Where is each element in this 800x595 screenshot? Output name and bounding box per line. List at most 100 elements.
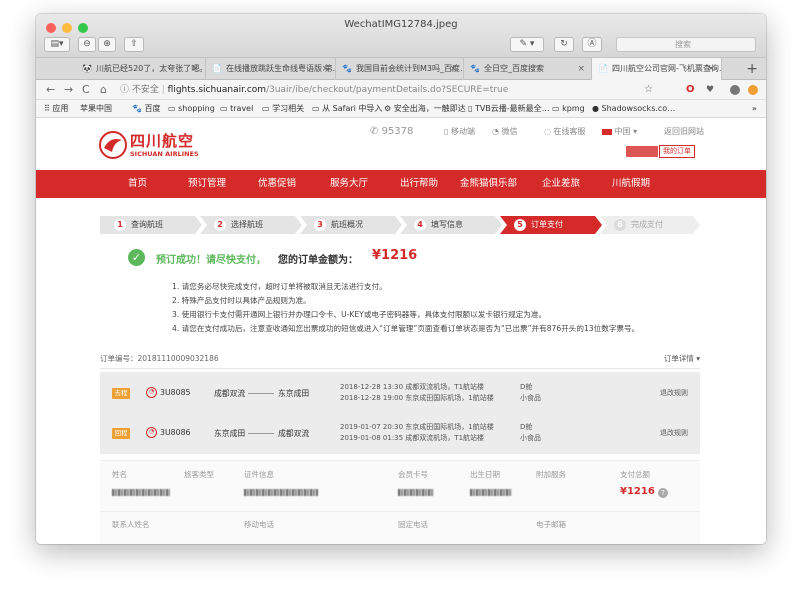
step-select: 2 选择航班 [200, 216, 302, 234]
nav-booking[interactable]: 预订管理 [188, 170, 226, 198]
bookmark-folder-study[interactable]: ▭ 学习相关 [262, 100, 304, 118]
nav-help[interactable]: 出行帮助 [400, 170, 438, 198]
tab-label: 我国目前会统计到M3吗_百度… [356, 64, 464, 73]
bookmark-label: TVB云播-最新最全… [474, 104, 550, 113]
outbound-tag: 去程 [112, 388, 130, 399]
order-number-label: 订单编号： [100, 354, 138, 363]
bookmark-baidu[interactable]: 🐾 百度 [132, 100, 161, 118]
step-complete: 6 完成支付 [600, 216, 700, 234]
step-number: 3 [314, 219, 326, 231]
tab-4[interactable]: 🐾 全日空_百度搜索 × [464, 58, 592, 80]
col-name: 姓名 [112, 470, 127, 479]
close-tab-icon[interactable]: × [707, 58, 715, 80]
url-path: /3uair/ibe/checkout/paymentDetails.do?SE… [266, 85, 509, 95]
redacted-birth-date [470, 489, 512, 498]
bookmark-tvb[interactable]: ▯ TVB云播-最新最全… [468, 100, 550, 118]
tab-1[interactable]: 🐼 川航已经520了，太夸张了吧。 × [76, 58, 206, 80]
back-icon[interactable]: ← [46, 83, 55, 97]
zoom-in-icon[interactable]: ⊕ [98, 37, 116, 52]
extension-icon[interactable]: ♥ [706, 83, 714, 97]
markup-icon[interactable]: ✎ ▾ [510, 37, 544, 52]
nav-holidays[interactable]: 川航假期 [612, 170, 650, 198]
bookmark-apple[interactable]: 苹果中国 [80, 100, 112, 118]
bookmarks-overflow-icon[interactable]: » [752, 100, 757, 118]
link-label: 在线客服 [553, 127, 586, 136]
bookmark-folder-travel[interactable]: ▭ travel [220, 100, 253, 118]
nav-club[interactable]: 金熊猫俱乐部 [460, 170, 517, 198]
tab-5-active[interactable]: 📄 四川航空公司官网-飞机票查询… × [592, 58, 722, 80]
col-landline: 固定电话 [398, 520, 428, 529]
phone-icon: ✆ 95378 [370, 126, 414, 137]
step-label: 选择航班 [231, 220, 263, 229]
tab-label: 川航已经520了，太夸张了吧。 [96, 64, 206, 73]
refund-rules-link[interactable]: 退改规则 [660, 428, 688, 438]
panda-favicon-icon: 🐼 [82, 64, 92, 73]
cabin-class: D舱 [520, 423, 533, 431]
passenger-table: 姓名 旅客类型 证件信息 会员卡号 出生日期 附加服务 支付总额 ¥1216 ?… [100, 460, 700, 544]
my-orders-button[interactable]: 我的订单 [659, 145, 695, 158]
china-flag-icon [602, 128, 612, 135]
share-icon[interactable]: ⇧ [124, 37, 144, 52]
order-details-toggle[interactable]: 订单详情 ▾ [664, 353, 700, 364]
departure-time: 2019-01-07 20:30 东京成田国际机场，1航站楼 [340, 423, 494, 431]
sidebar-toggle-icon[interactable]: ▤▾ [44, 37, 70, 52]
meal-info: 小食品 [520, 434, 541, 442]
nav-service[interactable]: 服务大厅 [330, 170, 368, 198]
bookmarks-bar: ⠿ 应用 苹果中国 🐾 百度 ▭ shopping ▭ travel ▭ 学习相… [36, 100, 766, 118]
url-field[interactable]: ⓘ 不安全 | flights.sichuanair.com/3uair/ibe… [120, 82, 692, 98]
bookmark-vpn[interactable]: ⚙ 安全出海，一触即达 [384, 100, 466, 118]
forward-icon[interactable]: → [64, 83, 73, 97]
rotate-icon[interactable]: ↻ [554, 37, 574, 52]
bookmark-folder-safari[interactable]: ▭ 从 Safari 中导入 [312, 100, 382, 118]
nav-corporate[interactable]: 企业差旅 [542, 170, 580, 198]
col-member-card: 会员卡号 [398, 470, 428, 479]
step-payment-current: 5 订单支付 [500, 216, 602, 234]
zoom-out-icon[interactable]: ⊖ [78, 37, 96, 52]
step-number: 4 [414, 219, 426, 231]
wechat-link[interactable]: ◔ 微信 [492, 126, 518, 137]
search-input[interactable]: 搜索 [616, 37, 756, 52]
tab-label: 全日空_百度搜索 [484, 64, 544, 73]
info-icon: ⓘ [120, 85, 132, 95]
bookmark-folder-kpmg[interactable]: ▭ kpmg [552, 100, 585, 118]
flight-list: 去程 ◔ 3U8085 成都双流 东京成田 2018-12-28 13:30 成… [100, 372, 700, 454]
price-info-icon[interactable]: ? [658, 488, 668, 498]
new-tab-button[interactable]: + [746, 58, 758, 80]
profile-avatar-icon[interactable] [730, 85, 740, 95]
tab-2[interactable]: 📄 在线播放跳跃生命线粤语版 第… × [206, 58, 336, 80]
bookmark-label: 学习相关 [272, 104, 305, 113]
step-number: 1 [114, 219, 126, 231]
refund-rules-link[interactable]: 退改规则 [660, 388, 688, 398]
old-site-link[interactable]: 返回旧网站 [664, 126, 704, 137]
extension-badge-icon[interactable] [748, 85, 758, 95]
title-bar: WechatIMG12784.jpeg ▤▾ ⊖ ⊕ ⇧ ✎ ▾ ↻ Ⓐ 搜索 [36, 14, 766, 58]
close-tab-icon[interactable]: × [449, 58, 457, 80]
bookmark-folder-shopping[interactable]: ▭ shopping [168, 100, 215, 118]
step-label: 航班概况 [331, 220, 363, 229]
nav-promotions[interactable]: 优惠促销 [258, 170, 296, 198]
note-line: 2. 特殊产品支付时以具体产品规则为准。 [172, 296, 311, 305]
apps-grid-icon[interactable]: ⠿ 应用 [44, 100, 68, 118]
tab-label: 在线播放跳跃生命线粤语版 第… [226, 64, 336, 73]
nav-home[interactable]: 首页 [128, 170, 147, 198]
opera-icon[interactable]: O [686, 83, 695, 97]
mobile-link[interactable]: ▯ 移动端 [444, 126, 475, 137]
airline-logo-icon: ◔ [146, 387, 157, 398]
user-name-badge[interactable] [626, 146, 658, 157]
close-tab-icon[interactable]: × [321, 58, 329, 80]
col-id: 证件信息 [244, 470, 274, 479]
home-icon[interactable]: ⌂ [100, 83, 107, 97]
bookmark-star-icon[interactable]: ☆ [644, 83, 653, 97]
reload-icon[interactable]: C [82, 83, 90, 97]
online-service-link[interactable]: ◌ 在线客服 [544, 126, 586, 137]
sichuan-airlines-logo[interactable]: 四川航空 SICHUAN AIRLINES [98, 128, 208, 164]
tab-3[interactable]: 🐾 我国目前会统计到M3吗_百度… × [336, 58, 464, 80]
close-tab-icon[interactable]: × [191, 58, 199, 80]
bookmark-label: 苹果中国 [80, 104, 112, 113]
bookmark-shadowsocks[interactable]: ● Shadowsocks.co… [592, 100, 675, 118]
departure-city: 东京成田 [214, 429, 246, 438]
close-tab-icon[interactable]: × [577, 58, 585, 80]
annotate-icon[interactable]: Ⓐ [582, 37, 602, 52]
region-selector[interactable]: 中国 ▾ [602, 126, 637, 137]
cabin-class: D舱 [520, 383, 533, 391]
